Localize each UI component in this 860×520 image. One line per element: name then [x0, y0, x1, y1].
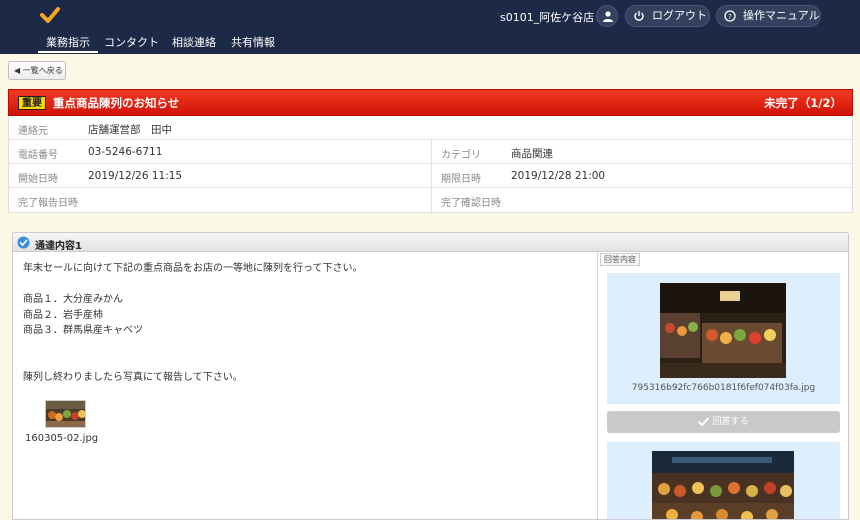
- due-label: 期限日時: [441, 174, 481, 185]
- instruction-line: 商品２．岩手産柿: [23, 309, 103, 321]
- manual-button[interactable]: ? 操作マニュアル: [716, 5, 821, 27]
- column-divider: [431, 140, 432, 164]
- answer-button-label: 回答する: [712, 417, 749, 427]
- answer-photo[interactable]: [652, 451, 794, 519]
- phone-value: 03-5246-6711: [88, 146, 163, 158]
- info-row: 開始日時 2019/12/26 11:15 期限日時 2019/12/28 21…: [9, 164, 852, 188]
- report-label: 完了報告日時: [18, 198, 78, 209]
- phone-label: 電話番号: [18, 150, 58, 161]
- answer-photo-card: [607, 442, 840, 519]
- check-circle-icon: [17, 236, 30, 249]
- content-panel: 通達内容1 年末セールに向けて下記の重点商品をお店の一等地に陳列を行って下さい。…: [12, 232, 849, 520]
- user-button[interactable]: [596, 5, 618, 27]
- instruction-line: 年末セールに向けて下記の重点商品をお店の一等地に陳列を行って下さい。: [23, 263, 363, 274]
- user-icon: [603, 11, 613, 22]
- info-row: 連絡元 店舗運営部 田中: [9, 116, 852, 140]
- important-badge: 重要: [18, 96, 46, 110]
- check-icon: [698, 417, 710, 426]
- produce-photo-icon: [46, 401, 85, 427]
- attachment-thumbnail[interactable]: [45, 400, 86, 428]
- category-value: 商品関連: [511, 148, 553, 160]
- answer-photo-card: 795316b92fc766b0181f6fef074f03fa.jpg: [607, 273, 840, 404]
- start-label: 開始日時: [18, 174, 58, 185]
- content-title: 通達内容1: [35, 241, 82, 252]
- back-to-list-button[interactable]: ◀ 一覧へ戻る: [8, 61, 66, 80]
- notice-status: 未完了（1/2）: [764, 96, 842, 110]
- answer-photo-filename: 795316b92fc766b0181f6fef074f03fa.jpg: [631, 383, 816, 393]
- power-icon: [634, 11, 644, 21]
- content-panel-header: 通達内容1: [13, 233, 848, 252]
- info-table: 連絡元 店舗運営部 田中 電話番号 03-5246-6711 カテゴリ 商品関連…: [8, 116, 853, 213]
- nav-shared[interactable]: 共有情報: [231, 34, 275, 50]
- grocery-photo-icon: [652, 451, 794, 519]
- top-header: s0101_阿佐ケ谷店 ログアウト ? 操作マニュアル 業務指示 コンタクト 相…: [0, 0, 860, 54]
- contact-value: 店舗運営部 田中: [88, 124, 172, 136]
- info-row: 完了報告日時 完了確認日時: [9, 188, 852, 212]
- category-label: カテゴリ: [441, 150, 481, 161]
- svg-text:?: ?: [728, 13, 732, 21]
- answer-photo[interactable]: [660, 283, 786, 378]
- logout-button[interactable]: ログアウト: [625, 5, 710, 27]
- store-name: s0101_阿佐ケ谷店: [500, 11, 595, 24]
- instruction-line: [23, 277, 363, 293]
- instruction-line: [23, 354, 363, 370]
- nav-consult[interactable]: 相談連絡: [172, 34, 216, 50]
- contact-label: 連絡元: [18, 126, 48, 137]
- info-row: 電話番号 03-5246-6711 カテゴリ 商品関連: [9, 140, 852, 164]
- notice-header: 重要 重点商品陳列のお知らせ 未完了（1/2）: [8, 89, 853, 116]
- help-icon: ?: [724, 10, 736, 22]
- instruction-line: [23, 339, 363, 355]
- attachment-filename[interactable]: 160305-02.jpg: [25, 433, 98, 444]
- answer-button[interactable]: 回答する: [607, 411, 840, 433]
- nav-tasks[interactable]: 業務指示: [38, 34, 98, 53]
- column-divider: [431, 164, 432, 188]
- instruction-line: 商品１．大分産みかん: [23, 294, 123, 305]
- instruction-text: 年末セールに向けて下記の重点商品をお店の一等地に陳列を行って下さい。 商品１．大…: [23, 261, 363, 385]
- column-divider: [431, 188, 432, 212]
- start-value: 2019/12/26 11:15: [88, 170, 183, 182]
- due-value: 2019/12/28 21:00: [511, 170, 606, 182]
- answer-tab: 回答内容: [600, 253, 640, 266]
- manual-label: 操作マニュアル: [743, 9, 820, 22]
- check-logo-icon[interactable]: [40, 6, 60, 24]
- nav-contact[interactable]: コンタクト: [104, 34, 159, 50]
- grocery-photo-icon: [660, 283, 786, 378]
- notice-title: 重点商品陳列のお知らせ: [53, 96, 180, 110]
- logout-label: ログアウト: [652, 9, 707, 22]
- instruction-line: 商品３．群馬県産キャベツ: [23, 325, 143, 336]
- instruction-line: 陳列し終わりましたら写真にて報告して下さい。: [23, 371, 243, 383]
- confirm-label: 完了確認日時: [441, 198, 501, 209]
- answer-column: 回答内容 795316b92fc766b0181f6fef074f03fa.jp…: [597, 252, 848, 519]
